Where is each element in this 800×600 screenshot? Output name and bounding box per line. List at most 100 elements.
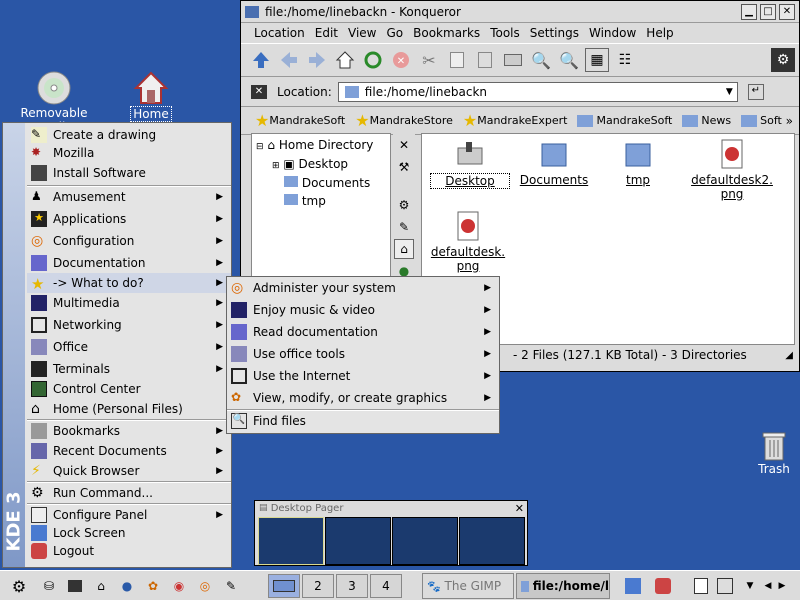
tray-lock[interactable] [622,575,644,597]
pager-desktop-3[interactable] [392,517,458,565]
tray-dropdown[interactable]: ▼ [740,575,760,597]
virtual-desktop-3[interactable]: 3 [336,574,368,598]
quick-launch-home[interactable]: ⌂ [90,575,112,597]
pager-desktop-1[interactable] [258,517,324,565]
quick-launch-browser[interactable]: ● [116,575,138,597]
reload-button[interactable] [361,48,385,72]
virtual-desktop-2[interactable]: 2 [302,574,334,598]
menu-window[interactable]: Window [584,26,641,40]
virtual-desktop-1[interactable] [268,574,300,598]
tray-calendar[interactable] [714,575,736,597]
tree-view-button[interactable]: ☷ [613,48,637,72]
quick-launch-desktop[interactable] [64,575,86,597]
close-button[interactable]: ✕ [779,3,795,20]
pager-desktop-2[interactable] [325,517,391,565]
menu-item-recent-documents[interactable]: Recent Documents ▶ [27,441,231,461]
scroll-left-button[interactable]: ◀ [762,575,774,597]
stop-button[interactable]: ✕ [389,48,413,72]
sidebar-services-button[interactable]: ⚙ [394,195,414,215]
menu-item-install-software[interactable]: Install Software [27,163,231,183]
bookmark-mandrakeexpert[interactable]: ★ MandrakeExpert [463,111,568,130]
clear-location-icon[interactable]: ✕ [251,84,267,99]
cut-button[interactable]: ✂ [417,48,441,72]
menu-view[interactable]: View [343,26,381,40]
maximize-button[interactable]: □ [760,3,776,20]
menu-help[interactable]: Help [641,26,678,40]
location-input[interactable]: file:/home/linebackn ▼ [337,81,738,102]
pager-titlebar[interactable]: ▤ Desktop Pager ✕ [255,501,527,515]
trash-desktop-icon[interactable]: Trash [726,430,800,476]
tree-item-desktop[interactable]: ⊞ ▣ Desktop [272,157,348,171]
tree-item-tmp[interactable]: tmp [284,194,326,208]
pager-desktop-4[interactable] [459,517,525,565]
task-gimp[interactable]: 🐾 The GIMP [422,573,514,599]
menu-bookmarks[interactable]: Bookmarks [408,26,485,40]
sidebar-history-button[interactable]: ✎ [394,217,414,237]
quick-launch-install[interactable]: ⛁ [38,575,60,597]
menu-item-bookmarks[interactable]: Bookmarks ▶ [27,421,231,441]
copy-button[interactable] [445,48,469,72]
menu-settings[interactable]: Settings [525,26,584,40]
quick-launch-config[interactable]: ◎ [194,575,216,597]
menu-item-mozilla[interactable]: ✸ Mozilla [27,143,231,163]
menu-item-control-center[interactable]: Control Center [27,379,231,399]
menu-item-documentation[interactable]: Documentation ▶ [27,253,231,273]
window-titlebar[interactable]: file:/home/linebackn - Konqueror ▁ □ ✕ [241,1,799,23]
tree-item-documents[interactable]: Documents [284,176,370,190]
close-sidebar-button[interactable]: ✕ [394,135,414,155]
task-konqueror[interactable]: file:/home/l [516,573,610,599]
menu-item-configure-panel[interactable]: Configure Panel ▶ [27,505,231,525]
icon-view-button[interactable]: ▦ [585,48,609,72]
resize-grip-icon[interactable]: ◢ [785,350,793,361]
bookmark-folder-mandrakesoft[interactable]: MandrakeSoft [577,114,672,127]
window-menu-icon[interactable] [245,5,259,18]
quick-launch-graphics[interactable]: ✿ [142,575,164,597]
menu-item-logout[interactable]: Logout [27,541,231,561]
submenu-item-graphics[interactable]: ✿ View, modify, or create graphics ▶ [227,388,499,408]
quick-launch-help[interactable]: ◉ [168,575,190,597]
file-item-desktop[interactable]: Desktop [430,138,510,189]
file-item-defaultdesk2[interactable]: defaultdesk2. png [682,138,782,201]
zoom-out-button[interactable]: 🔍 [557,48,581,72]
tree-root[interactable]: ⊟ ⌂ Home Directory [256,138,373,152]
menu-item-multimedia[interactable]: Multimedia ▶ [27,293,231,313]
paste-button[interactable] [473,48,497,72]
up-button[interactable] [249,48,273,72]
menu-item-applications[interactable]: ★ Applications ▶ [27,209,231,229]
print-button[interactable] [501,48,525,72]
menu-item-run-command[interactable]: ⚙ Run Command... [27,483,231,503]
tray-logout[interactable] [652,575,674,597]
tray-clipboard[interactable] [690,575,712,597]
home-button[interactable] [333,48,357,72]
menu-item-amusement[interactable]: ♟ Amusement ▶ [27,187,231,207]
scroll-right-button[interactable]: ▶ [776,575,788,597]
kde-menu-button[interactable]: ⚙ [4,575,34,597]
bookmark-overflow[interactable]: » [786,114,793,128]
bookmark-mandrakestore[interactable]: ★ MandrakeStore [355,111,453,130]
bookmark-folder-soft[interactable]: Soft [741,114,782,127]
menu-go[interactable]: Go [382,26,409,40]
submenu-item-administer[interactable]: ◎ Administer your system ▶ [227,278,499,298]
home-desktop-icon[interactable]: Home [103,70,199,122]
menu-item-lock-screen[interactable]: Lock Screen [27,523,231,543]
menu-item-quick-browser[interactable]: ⚡ Quick Browser ▶ [27,461,231,481]
menu-item-create-drawing[interactable]: ✎ Create a drawing [27,125,231,145]
file-item-documents[interactable]: Documents [514,138,594,187]
submenu-item-office[interactable]: Use office tools ▶ [227,344,499,364]
menu-item-office[interactable]: Office ▶ [27,337,231,357]
bookmark-folder-news[interactable]: News [682,114,731,127]
minimize-button[interactable]: ▁ [741,3,757,20]
back-button[interactable] [277,48,301,72]
go-icon[interactable]: ↵ [747,83,764,100]
pager-close-button[interactable]: ✕ [515,502,524,515]
forward-button[interactable] [305,48,329,72]
submenu-item-internet[interactable]: Use the Internet ▶ [227,366,499,386]
location-dropdown-icon[interactable]: ▼ [726,87,733,97]
menu-item-home[interactable]: ⌂ Home (Personal Files) [27,399,231,419]
file-item-tmp[interactable]: tmp [598,138,678,187]
submenu-item-documentation[interactable]: Read documentation ▶ [227,322,499,342]
menu-item-what-to-do[interactable]: ★ -> What to do? ▶ [27,273,231,293]
sidebar-tools-button[interactable]: ⚒ [394,157,414,177]
submenu-item-music-video[interactable]: Enjoy music & video ▶ [227,300,499,320]
menu-tools[interactable]: Tools [485,26,525,40]
